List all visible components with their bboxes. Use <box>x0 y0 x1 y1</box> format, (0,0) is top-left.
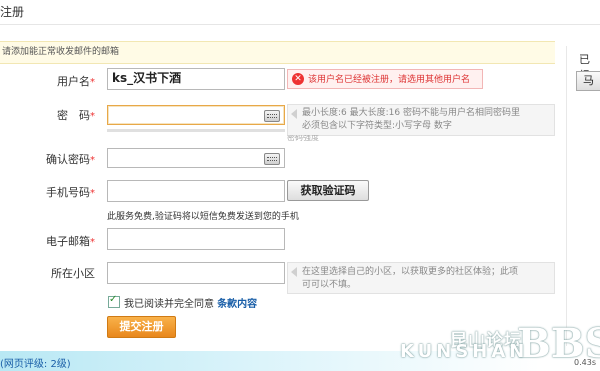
community-hint-line1: 在这里选择自己的小区，以获取更多的社区体验；此项 <box>302 267 519 277</box>
username-label: 用户名* <box>57 75 95 88</box>
status-text: (网页评级: 2级) <box>0 359 71 370</box>
required-mark: * <box>90 77 95 88</box>
password-strength-label: 密码强度 <box>287 135 319 142</box>
community-hint-line2: 可可以不填。 <box>302 280 357 290</box>
load-time: 0.43s <box>574 358 596 367</box>
header-divider <box>0 24 600 25</box>
community-hint: 在这里选择自己的小区，以获取更多的社区体验；此项 可可以不填。 <box>287 262 555 294</box>
email-input[interactable] <box>107 228 285 250</box>
username-value: ks_汉书下酒 <box>112 71 182 85</box>
password-strength-bar <box>107 129 285 132</box>
username-input[interactable]: ks_汉书下酒 <box>107 68 285 90</box>
sidebar-login-button[interactable]: 马 <box>576 71 600 91</box>
password-input[interactable] <box>107 105 285 125</box>
phone-note: 此服务免费,验证码将以短信免费发送到您的手机 <box>107 212 299 222</box>
password-hint: 最小长度:6 最大长度:16 密码不能与用户名相同密码里 必须包含以下字符类型:… <box>287 104 555 136</box>
email-label: 电子邮箱* <box>46 235 95 248</box>
phone-label: 手机号码* <box>46 186 95 199</box>
agree-checkbox[interactable] <box>108 294 120 308</box>
required-mark: * <box>90 188 95 199</box>
password-hint-line2: 必须包含以下字符类型:小写字母 数字 <box>302 121 452 131</box>
get-sms-code-button[interactable]: 获取验证码 <box>287 180 369 201</box>
keyboard-icon[interactable] <box>264 110 280 122</box>
required-mark: * <box>90 155 95 166</box>
hint-arrow-icon <box>291 267 297 277</box>
username-error-text: 该用户名已经被注册，请选用其他用户名 <box>308 75 471 85</box>
required-mark: * <box>90 237 95 248</box>
error-icon: ✕ <box>292 73 304 85</box>
notice-text: 请添加能正常收发邮件的邮箱 <box>2 47 120 57</box>
agree-row: 我已阅读并完全同意 条款内容 <box>124 295 257 310</box>
community-input[interactable] <box>107 262 285 284</box>
community-label: 所在小区 <box>51 267 95 280</box>
confirm-label: 确认密码* <box>46 153 95 166</box>
submit-register-button[interactable]: 提交注册 <box>107 316 176 338</box>
password-hint-line1: 最小长度:6 最大长度:16 密码不能与用户名相同密码里 <box>302 108 520 118</box>
username-error: ✕ 该用户名已经被注册，请选用其他用户名 <box>287 69 483 89</box>
keyboard-icon[interactable] <box>264 153 280 165</box>
terms-link[interactable]: 条款内容 <box>217 299 257 310</box>
watermark-en: KUNSHAN <box>400 341 529 362</box>
password-label: 密 码* <box>57 109 95 122</box>
phone-input[interactable] <box>107 180 285 202</box>
agree-text: 我已阅读并完全同意 <box>124 299 214 310</box>
required-mark: * <box>90 111 95 122</box>
hint-arrow-icon <box>291 109 297 119</box>
confirm-password-input[interactable] <box>107 148 285 168</box>
sidebar-divider <box>566 46 600 346</box>
page-title: 注册 <box>0 5 25 19</box>
notice-bar: 请添加能正常收发邮件的邮箱 <box>0 41 555 64</box>
